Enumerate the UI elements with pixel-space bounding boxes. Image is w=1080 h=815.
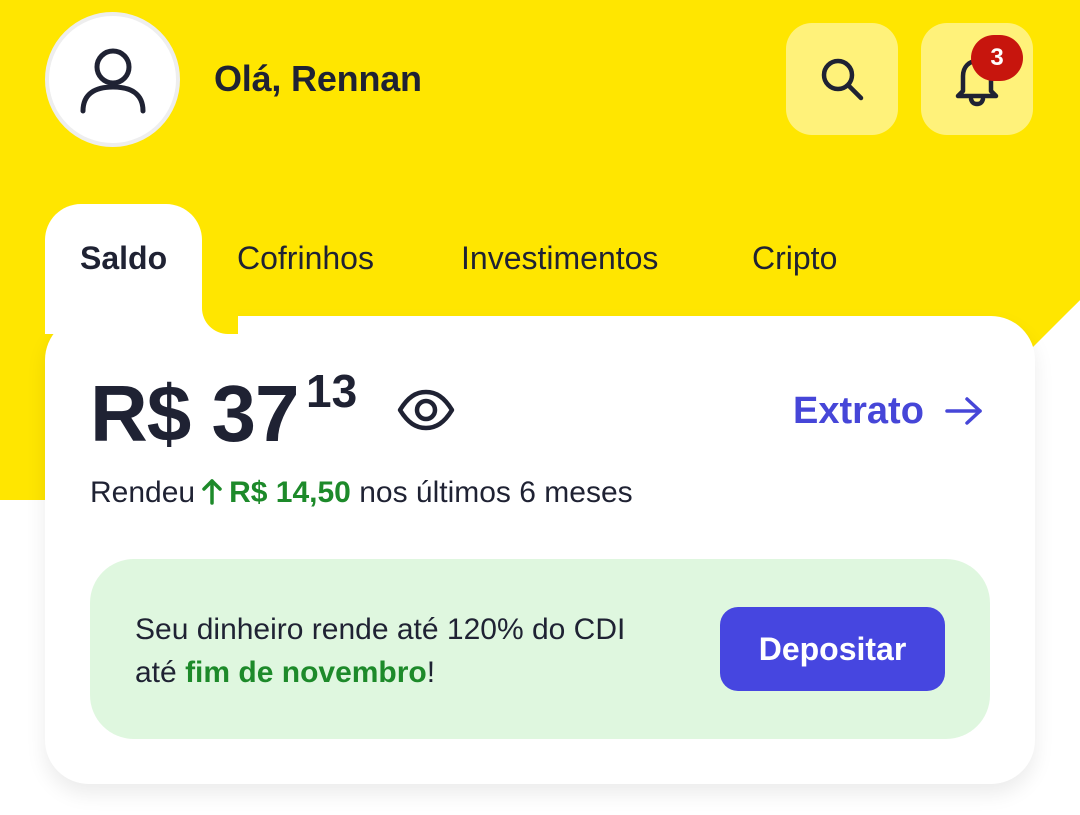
promo-line-2: até fim de novembro! bbox=[135, 651, 695, 694]
search-button[interactable] bbox=[786, 23, 898, 135]
user-icon bbox=[80, 48, 145, 113]
earnings-value: R$ 14,50 bbox=[229, 476, 351, 509]
home-screen: Olá, Rennan 3 Saldo Cofrinhos Investimen… bbox=[0, 0, 1080, 815]
promo-line-1: Seu dinheiro rende até 120% do CDI bbox=[135, 613, 626, 646]
tab-investimentos[interactable]: Investimentos bbox=[461, 240, 658, 277]
search-icon bbox=[821, 58, 864, 101]
tab-notch bbox=[202, 298, 238, 334]
avatar[interactable] bbox=[45, 12, 180, 147]
deposit-button[interactable]: Depositar bbox=[720, 607, 945, 691]
notification-badge: 3 bbox=[971, 35, 1023, 81]
arrow-up-icon bbox=[202, 479, 222, 505]
promo-line-2-suffix: ! bbox=[426, 656, 436, 689]
eye-icon[interactable] bbox=[396, 385, 456, 435]
arrow-right-icon[interactable] bbox=[944, 394, 984, 428]
earnings-suffix: nos últimos 6 meses bbox=[359, 476, 633, 509]
balance-amount: R$ 37 bbox=[90, 369, 299, 458]
tab-cofrinhos[interactable]: Cofrinhos bbox=[237, 240, 374, 277]
balance-cents: 13 bbox=[306, 365, 358, 417]
earnings-prefix: Rendeu bbox=[90, 476, 196, 509]
promo-highlight: fim de novembro bbox=[185, 656, 427, 689]
greeting-text: Olá, Rennan bbox=[214, 58, 422, 99]
notifications-button[interactable] bbox=[921, 23, 1033, 135]
statement-link[interactable]: Extrato bbox=[793, 390, 924, 433]
promo-text: Seu dinheiro rende até 120% do CDI até f… bbox=[135, 608, 695, 694]
tab-saldo[interactable]: Saldo bbox=[80, 240, 167, 277]
promo-line-2-prefix: até bbox=[135, 656, 177, 689]
earnings-summary: Rendeu R$ 14,50 nos últimos 6 meses bbox=[90, 476, 633, 510]
tab-cripto[interactable]: Cripto bbox=[752, 240, 837, 277]
